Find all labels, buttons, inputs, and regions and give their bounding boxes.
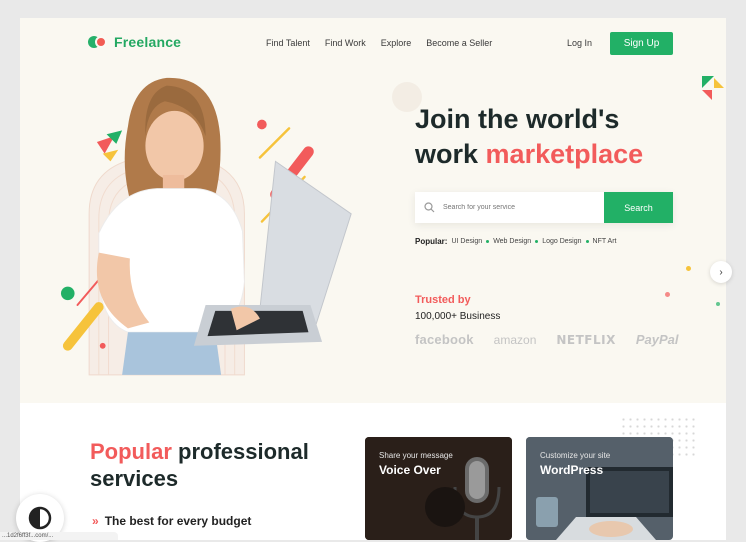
card-subtitle: Share your message [379,451,453,460]
services-title-line-2: services [90,466,179,491]
popular-label: Popular: [415,237,448,246]
facebook-logo: facebook [415,332,474,347]
deco-dot [716,302,720,306]
contrast-icon [28,506,52,530]
headline-line-1: Join the world's [415,104,620,134]
hero-illustration [60,77,352,376]
status-url: ...1d2f6ff3f...com/... [0,532,118,540]
next-slide-button[interactable]: › [710,261,732,283]
headline-accent: marketplace [485,139,644,169]
netflix-logo: NETFLIX [556,332,616,347]
main-nav: Find Talent Find Work Explore Become a S… [266,38,492,48]
popular-tags: Popular: UI Design Web Design Logo Desig… [415,237,617,246]
tag-web-design[interactable]: Web Design [493,238,531,245]
deco-dot [665,292,670,297]
search-icon [415,202,443,213]
nav-find-talent[interactable]: Find Talent [266,38,310,48]
trusted-by-label: Trusted by [415,294,471,306]
hero-headline: Join the world's work marketplace [415,102,643,172]
card-title: Voice Over [379,463,441,477]
tag-ui-design[interactable]: UI Design [451,238,482,245]
login-link[interactable]: Log In [567,38,592,48]
card-subtitle: Customize your site [540,451,611,460]
services-title: Popular professional services [90,439,309,491]
tag-separator [486,240,490,243]
search-button[interactable]: Search [604,192,673,223]
triangle-decoration-icon [702,76,724,100]
nav-find-work[interactable]: Find Work [325,38,366,48]
chevron-right-icon: › [719,266,723,278]
amazon-logo: amazon [493,332,537,347]
nav-become-seller[interactable]: Become a Seller [426,38,492,48]
tag-logo-design[interactable]: Logo Design [542,238,581,245]
search-input[interactable] [443,204,603,211]
deco-dot [686,266,691,271]
tagline-text: The best for every budget [104,514,252,528]
search-bar: Search [415,192,673,223]
business-count: 100,000+ Business [415,311,501,322]
double-chevron-right-icon: » [92,514,99,528]
service-card-voice-over[interactable]: Share your message Voice Over [365,437,512,540]
services-tagline: » The best for every budget [92,514,251,528]
tag-separator [585,240,589,243]
brand-logo[interactable]: Freelance [88,34,181,50]
brand-logos: facebook amazon NETFLIX PayPal [415,332,679,347]
tag-nft-art[interactable]: NFT Art [593,238,617,245]
nav-explore[interactable]: Explore [381,38,412,48]
brand-name: Freelance [114,34,182,50]
card-title: WordPress [540,463,604,477]
paypal-logo: PayPal [635,332,679,347]
logo-icon [88,35,108,49]
tag-separator [535,240,539,243]
headline-line-2: work marketplace [415,139,644,169]
services-title-accent: Popular [90,439,172,464]
signup-button[interactable]: Sign Up [610,32,673,55]
service-card-wordpress[interactable]: Customize your site WordPress [526,437,673,540]
